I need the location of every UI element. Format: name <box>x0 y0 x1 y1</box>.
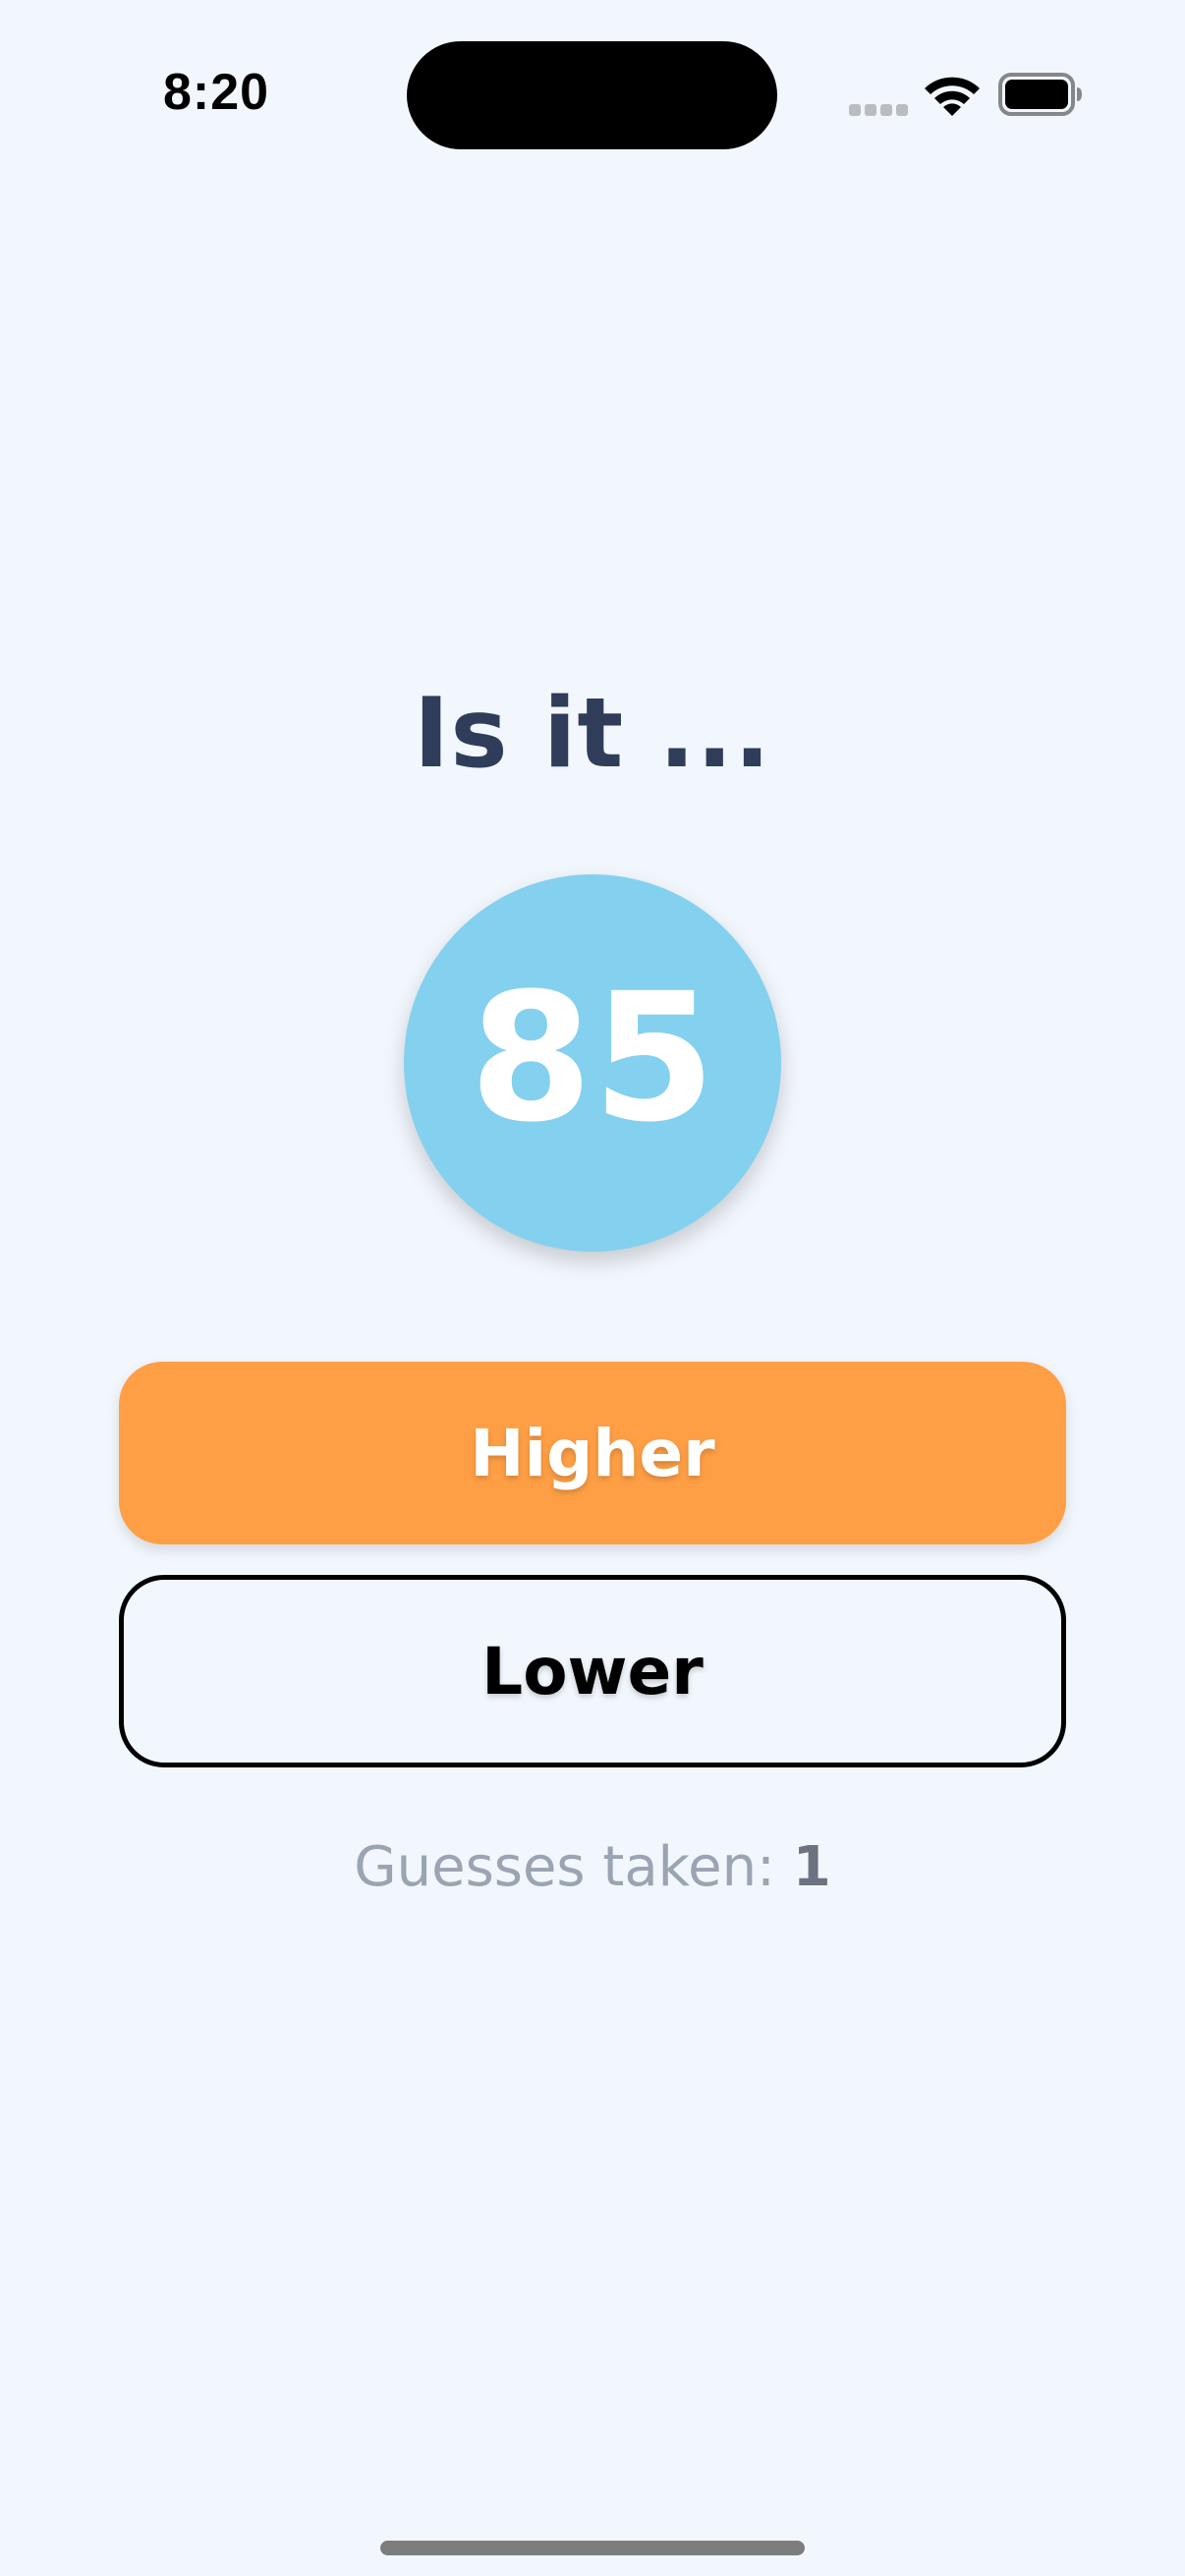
battery-icon <box>998 73 1082 116</box>
higher-button[interactable]: Higher <box>119 1362 1066 1544</box>
guess-number-circle: 85 <box>404 874 781 1252</box>
higher-button-label: Higher <box>470 1415 715 1491</box>
prompt-heading: Is it ... <box>413 678 772 790</box>
guess-number: 85 <box>469 956 716 1161</box>
lower-button[interactable]: Lower <box>119 1575 1066 1767</box>
guesses-taken-count: 1 <box>792 1835 831 1899</box>
home-indicator[interactable] <box>380 2541 805 2555</box>
guesses-taken-label: Guesses taken: <box>354 1835 775 1899</box>
dynamic-island <box>407 41 777 149</box>
lower-button-label: Lower <box>481 1633 704 1709</box>
cellular-signal-icon <box>849 104 908 116</box>
status-time: 8:20 <box>163 64 270 121</box>
wifi-icon <box>925 77 980 116</box>
guesses-taken: Guesses taken: 1 <box>0 1835 1185 1899</box>
